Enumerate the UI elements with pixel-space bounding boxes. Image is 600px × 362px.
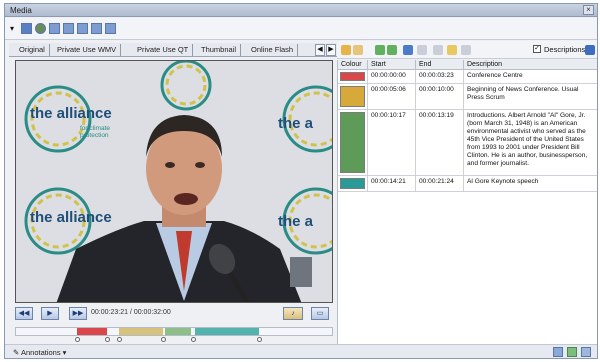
table-row[interactable]	[338, 176, 368, 192]
backdrop-text-right: the a	[278, 115, 314, 132]
volume-icon[interactable]: ♪	[283, 307, 303, 320]
tab-private-use-wmv[interactable]: Private Use WMV	[53, 44, 122, 56]
annotation-table: Colour Start End Description 00:00:00:00…	[337, 60, 597, 344]
annotation-toolbar: ✓ Descriptions	[337, 41, 597, 59]
timeline-marker[interactable]	[161, 337, 166, 342]
tab-scroll-left-icon[interactable]: ◀	[315, 44, 325, 56]
backdrop-text-left: the alliance	[30, 105, 112, 122]
colour-swatch	[340, 178, 365, 189]
cell-start[interactable]: 00:00:00:00	[368, 70, 416, 84]
column-header-description[interactable]: Description	[464, 60, 597, 70]
window-icon[interactable]	[553, 347, 563, 357]
globe-icon[interactable]	[35, 23, 46, 34]
cell-description[interactable]: Al Gore Keynote speech	[464, 176, 597, 192]
table-row[interactable]	[338, 110, 368, 176]
cell-end[interactable]: 00:00:10:00	[416, 84, 464, 110]
close-icon[interactable]: ×	[583, 5, 594, 15]
paste-icon[interactable]	[461, 45, 471, 55]
playback-controls: ◀◀ ▶ ▶▶ 00:00:23:21 / 00:00:32:00 ♪ ▭	[15, 306, 333, 322]
video-player[interactable]: the alliance for climate protection the a…	[15, 60, 333, 303]
timeline-segment-2[interactable]	[119, 328, 163, 335]
tab-scroll-right-icon[interactable]: ▶	[326, 44, 336, 56]
layout-icon-2[interactable]	[63, 23, 74, 34]
layout-icon-1[interactable]	[49, 23, 60, 34]
cell-description[interactable]: Conference Centre	[464, 70, 597, 84]
play-button[interactable]: ▶	[41, 307, 59, 320]
export-icon[interactable]	[581, 347, 591, 357]
rewind-button[interactable]: ◀◀	[15, 307, 33, 320]
layout-icon-3[interactable]	[77, 23, 88, 34]
cell-end[interactable]: 00:00:03:23	[416, 70, 464, 84]
layout-icon-4[interactable]	[91, 23, 102, 34]
column-header-end[interactable]: End	[416, 60, 464, 70]
tab-online-flash[interactable]: Online Flash	[247, 44, 299, 56]
image-icon[interactable]	[567, 347, 577, 357]
cell-start[interactable]: 00:00:14:21	[368, 176, 416, 192]
layout-icon-5[interactable]	[105, 23, 116, 34]
timeline-segment-1[interactable]	[77, 328, 107, 335]
duplicate-annotation-icon[interactable]	[353, 45, 363, 55]
media-window: Media × ▾ Original Private Use WMV Priva…	[4, 3, 598, 359]
add-up-icon[interactable]	[375, 45, 385, 55]
tab-original[interactable]: Original	[15, 44, 50, 56]
grid-view-icon[interactable]	[21, 23, 32, 34]
backdrop-text-left-lower: the alliance	[30, 209, 112, 226]
main-toolbar: ▾	[5, 18, 597, 40]
cell-description[interactable]: Beginning of News Conference. Usual Pres…	[464, 84, 597, 110]
cell-start[interactable]: 00:00:10:17	[368, 110, 416, 176]
descriptions-checkbox[interactable]: ✓	[533, 45, 541, 53]
pencil-icon: ✎	[13, 348, 21, 357]
descriptions-label: Descriptions	[544, 45, 586, 54]
column-header-colour[interactable]: Colour	[338, 60, 368, 70]
backdrop-text-right-lower: the a	[278, 213, 314, 230]
colour-swatch	[340, 86, 365, 107]
move-down-icon[interactable]	[417, 45, 427, 55]
colour-swatch	[340, 72, 365, 81]
cell-end[interactable]: 00:00:21:24	[416, 176, 464, 192]
save-icon[interactable]	[585, 45, 595, 55]
tab-thumbnail[interactable]: Thumbnail	[197, 44, 242, 56]
table-row[interactable]	[338, 84, 368, 110]
move-up-icon[interactable]	[403, 45, 413, 55]
timeline-marker[interactable]	[75, 337, 80, 342]
add-annotation-icon[interactable]	[341, 45, 351, 55]
colour-swatch	[340, 112, 365, 173]
dropdown-arrow-icon[interactable]: ▾	[10, 24, 14, 33]
video-frame	[16, 61, 332, 302]
cell-description[interactable]: Introductions. Albert Arnold "Al" Gore, …	[464, 110, 597, 176]
timeline-marker[interactable]	[191, 337, 196, 342]
backdrop-sub-left: for climate protection	[80, 125, 110, 139]
title-bar: Media ×	[5, 4, 597, 17]
copy-icon[interactable]	[447, 45, 457, 55]
timeline-marker[interactable]	[257, 337, 262, 342]
timecode-display: 00:00:23:21 / 00:00:32:00	[91, 309, 171, 316]
annotations-menu[interactable]: ✎ Annotations ▾	[13, 348, 66, 357]
bottom-bar: ✎ Annotations ▾	[5, 344, 597, 358]
column-header-start[interactable]: Start	[368, 60, 416, 70]
timeline-segment-3[interactable]	[165, 328, 191, 335]
annotation-timeline[interactable]	[15, 323, 333, 345]
cut-icon[interactable]	[433, 45, 443, 55]
fullscreen-icon[interactable]: ▭	[311, 307, 329, 320]
timeline-segment-4[interactable]	[195, 328, 259, 335]
media-tabs: Original Private Use WMV Private Use QT …	[9, 43, 337, 57]
add-down-icon[interactable]	[387, 45, 397, 55]
table-row[interactable]	[338, 70, 368, 84]
timeline-marker[interactable]	[117, 337, 122, 342]
timeline-marker[interactable]	[105, 337, 110, 342]
cell-end[interactable]: 00:00:13:19	[416, 110, 464, 176]
fast-forward-button[interactable]: ▶▶	[69, 307, 87, 320]
window-title: Media	[10, 6, 32, 15]
cell-start[interactable]: 00:00:05:06	[368, 84, 416, 110]
tab-private-use-qt[interactable]: Private Use QT	[133, 44, 194, 56]
